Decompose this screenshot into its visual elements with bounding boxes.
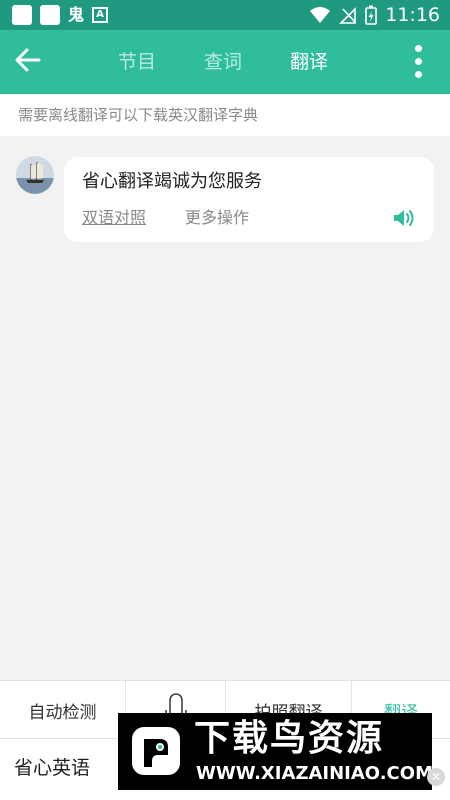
a-badge-icon: A [92,7,109,23]
auto-detect-label: 自动检测 [28,702,97,723]
auto-detect-button[interactable]: 自动检测 [0,681,126,739]
more-dot [414,58,422,65]
status-bar: 鬼 A 11:16 [0,0,450,30]
more-menu-button[interactable] [406,42,430,82]
bilingual-link[interactable]: 双语对照 [82,207,146,229]
offline-dictionary-notice[interactable]: 需要离线翻译可以下载英汉翻译字典 [0,94,450,136]
watermark-banner: 下载鸟资源 WWW.XIAZAINIAO.COM [118,713,433,790]
watermark-title: 下载鸟资源 [194,718,385,759]
brand-name: 省心英语 [14,757,91,779]
tab-dictionary[interactable]: 查词 [204,50,242,74]
no-signal-icon [339,7,357,24]
watermark-url: WWW.XIAZAINIAO.COM [196,763,433,784]
message-bubble: 省心翻译竭诚为您服务 双语对照 更多操作 [64,157,434,242]
back-button[interactable] [14,46,54,78]
app-square-icon [40,5,60,25]
app-square-icon [12,5,32,25]
app-bar: 节目 查词 翻译 [0,30,450,94]
sailboat-icon [16,156,54,194]
speaker-icon[interactable] [392,208,416,228]
bird-logo-icon [132,727,180,775]
close-icon[interactable]: ✕ [427,768,445,786]
battery-charging-icon [365,5,378,25]
more-dot [414,71,422,78]
tab-programs[interactable]: 节目 [118,50,156,74]
status-time: 11:16 [385,4,440,26]
wifi-icon [310,7,331,23]
message-text: 省心翻译竭诚为您服务 [82,171,262,192]
more-actions-link[interactable]: 更多操作 [185,207,249,229]
avatar [16,156,54,194]
tab-translate[interactable]: 翻译 [290,50,328,74]
more-vertical-icon [414,45,422,52]
ghost-icon: 鬼 [68,5,85,24]
back-arrow-icon [15,48,41,72]
